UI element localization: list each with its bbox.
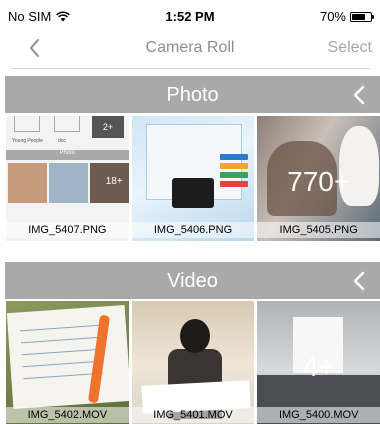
thumbnail-caption: IMG_5401.MOV xyxy=(131,407,255,423)
photo-tile[interactable]: IMG_5406.PNG xyxy=(131,116,255,241)
video-tile[interactable]: IMG_5401.MOV xyxy=(131,301,255,424)
video-tile[interactable]: 4+ IMG_5400.MOV xyxy=(257,301,380,424)
section-header-photo[interactable]: Photo xyxy=(5,76,380,113)
video-grid: IMG_5402.MOV IMG_5401.MOV 4+ IMG_5400.MO… xyxy=(6,301,380,424)
collapse-video-button[interactable] xyxy=(351,271,367,291)
battery-percent: 70% xyxy=(319,9,346,24)
thumbnail-caption: IMG_5406.PNG xyxy=(131,222,255,238)
chevron-left-icon xyxy=(353,271,365,291)
collapse-photo-button[interactable] xyxy=(351,85,367,105)
battery-icon xyxy=(350,11,374,22)
video-tile[interactable]: IMG_5402.MOV xyxy=(6,301,129,424)
more-count: 770+ xyxy=(287,166,351,197)
section-header-video[interactable]: Video xyxy=(5,262,380,299)
chevron-left-icon xyxy=(353,85,365,105)
thumbnail-caption: IMG_5402.MOV xyxy=(6,407,129,423)
status-bar: No SIM 1:52 PM 70% xyxy=(0,0,380,30)
battery-fill xyxy=(352,13,365,20)
section-title-video: Video xyxy=(167,270,218,292)
page-title: Camera Roll xyxy=(145,39,235,56)
nav-bar: Camera Roll Select xyxy=(0,30,380,66)
select-button[interactable]: Select xyxy=(328,39,372,57)
status-right: 70% xyxy=(319,9,374,24)
thumbnail-caption: IMG_5407.PNG xyxy=(6,222,129,238)
photo-tile[interactable]: 770+ IMG_5405.PNG xyxy=(257,116,380,241)
photo-grid: 2+ Young People doc Photo 18+ IMG_5407.P… xyxy=(6,116,380,241)
section-title-photo: Photo xyxy=(166,84,219,106)
thumbnail-caption: IMG_5400.MOV xyxy=(257,407,380,423)
nav-divider xyxy=(10,68,370,69)
thumbnail-caption: IMG_5405.PNG xyxy=(257,222,380,238)
photo-tile[interactable]: 2+ Young People doc Photo 18+ IMG_5407.P… xyxy=(6,116,129,241)
thumbnail-count-badge: 2+ xyxy=(92,116,124,138)
more-count: 4+ xyxy=(302,351,335,382)
